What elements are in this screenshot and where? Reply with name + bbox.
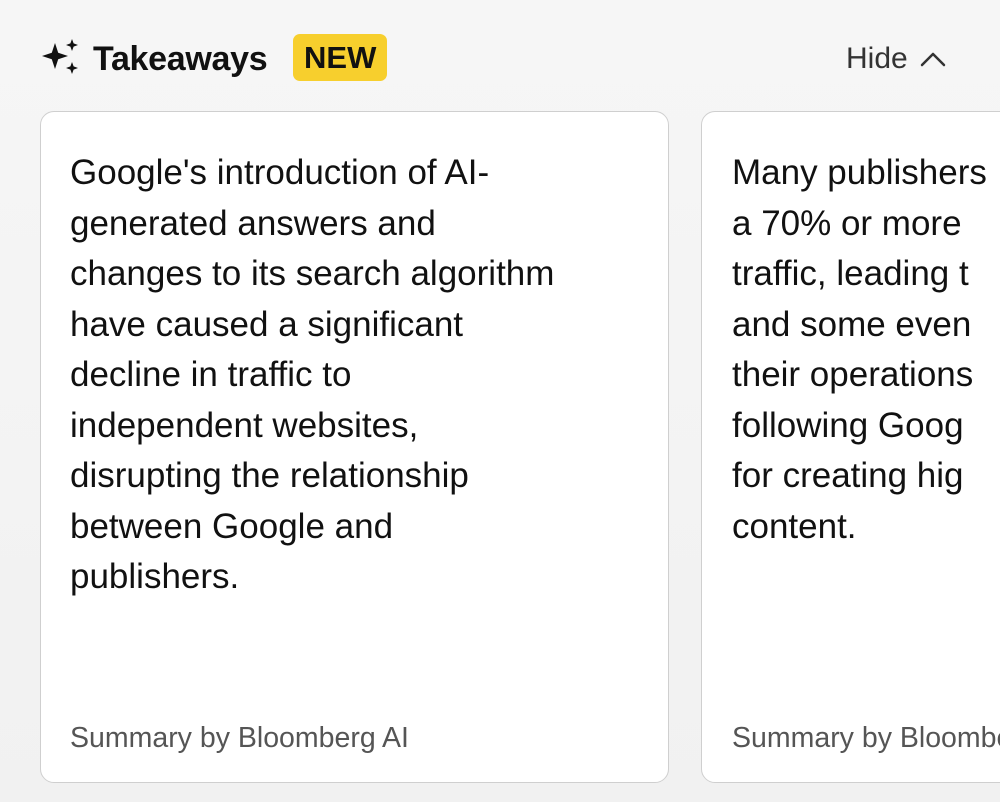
summary-attribution: Summary by Bloomberg AI [732, 722, 1000, 754]
takeaways-panel: Takeaways NEW Hide Google's introduction… [0, 0, 1000, 802]
takeaway-card[interactable]: Many publishers a 70% or more traffic, l… [701, 111, 1000, 783]
takeaway-text: Google's introduction of AI- generated a… [70, 153, 555, 596]
takeaway-text: Many publishers a 70% or more traffic, l… [732, 153, 987, 546]
takeaway-carousel[interactable]: Google's introduction of AI- generated a… [0, 0, 1000, 802]
summary-attribution: Summary by Bloomberg AI [70, 722, 409, 754]
takeaway-card[interactable]: Google's introduction of AI- generated a… [40, 111, 669, 783]
